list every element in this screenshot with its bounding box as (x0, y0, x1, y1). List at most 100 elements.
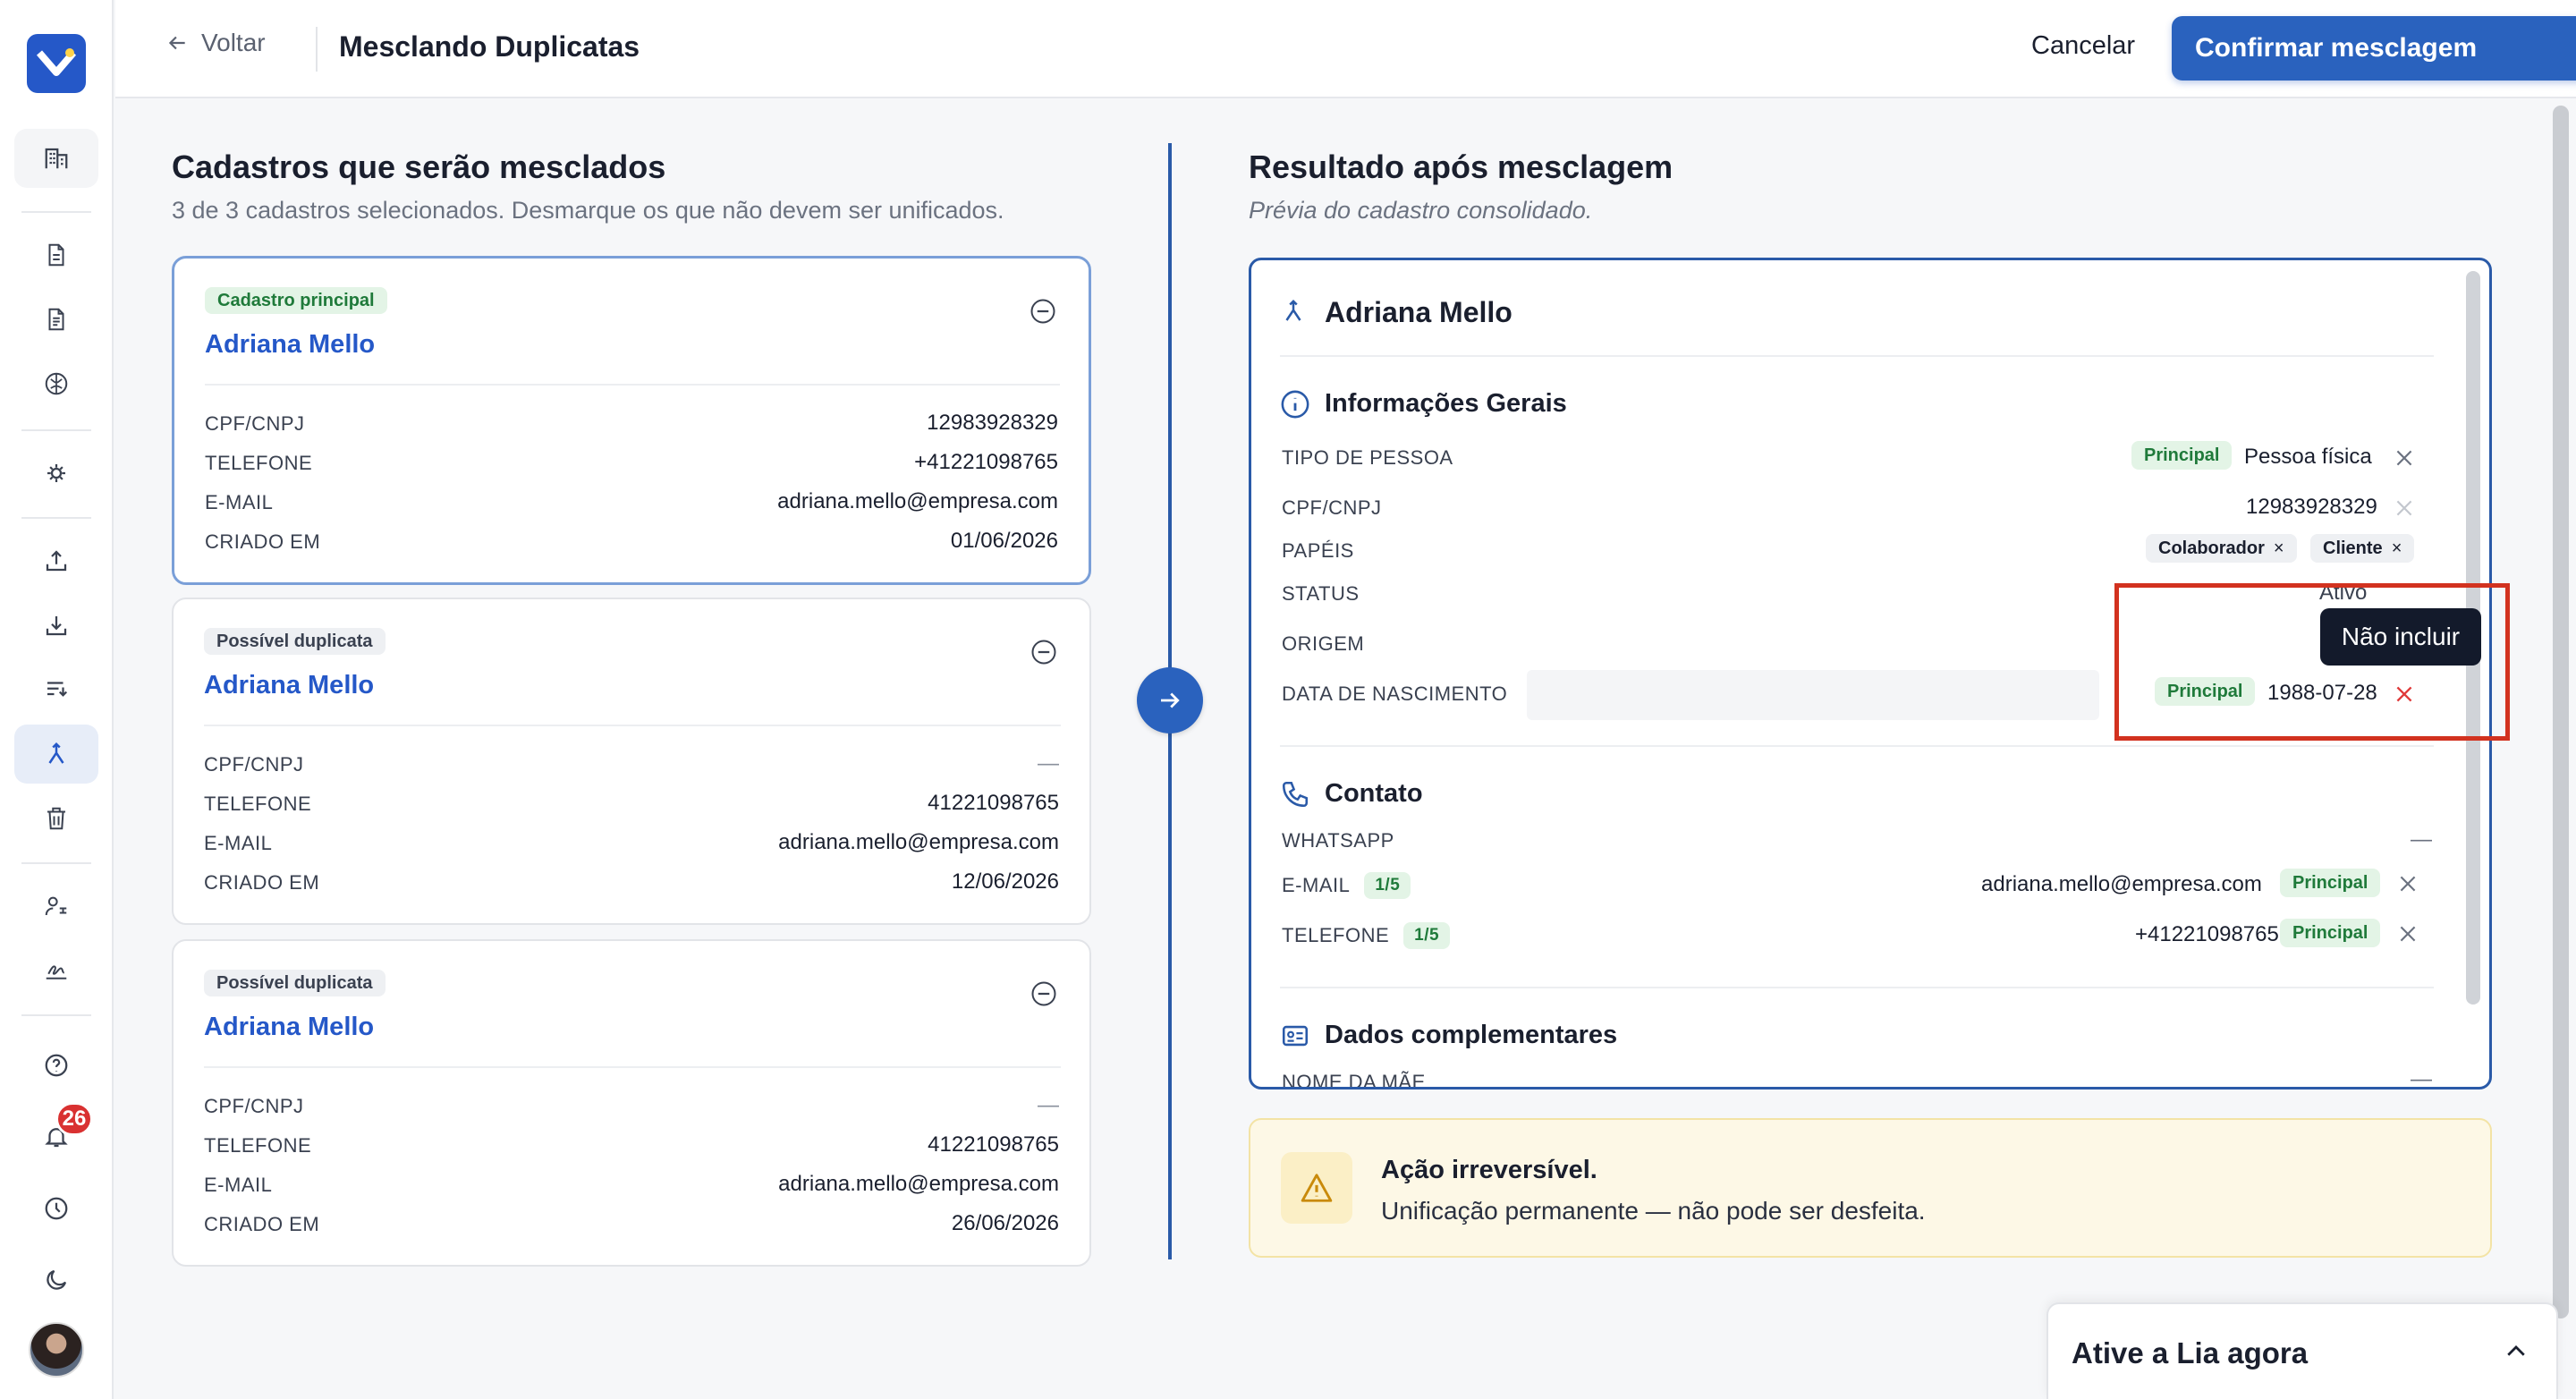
whatsapp-label: WHATSAPP (1282, 829, 1394, 852)
sidebar-item-history[interactable] (14, 1179, 98, 1238)
arrow-left-icon (168, 36, 185, 50)
building-icon (45, 148, 68, 169)
sidebar-item-upload[interactable] (14, 531, 98, 590)
sidebar-item-filters[interactable] (14, 660, 98, 719)
confirm-merge-label: Confirmar mesclagem (2195, 33, 2478, 63)
sidebar-item-documents[interactable] (14, 225, 98, 284)
page-title: Mesclando Duplicatas (339, 30, 640, 63)
sidebar-item-theme[interactable] (14, 1251, 98, 1310)
email-principal-tag: Principal (2280, 869, 2381, 897)
confirm-merge-button[interactable]: Confirmar mesclagem (2172, 16, 2576, 81)
help-icon (45, 1054, 68, 1077)
field-row-cpf: CPF/CNPJ — (204, 751, 1059, 776)
field-row-created: CRIADO EM 01/06/2026 (205, 529, 1058, 553)
field-row-cpf: CPF/CNPJ — (204, 1093, 1059, 1117)
email-label-row: E-MAIL 1/5 (1282, 872, 1411, 899)
page-scrollbar[interactable] (2553, 106, 2569, 1318)
contact-section-title: Contato (1325, 779, 1423, 808)
record-name[interactable]: Adriana Mello (204, 671, 374, 700)
irreversible-warning: Ação irreversível. Unificação permanente… (1249, 1118, 2492, 1258)
birthdate-hover-bg (1527, 670, 2099, 720)
record-name[interactable]: Adriana Mello (205, 330, 375, 360)
arrow-right-icon (1161, 692, 1180, 708)
sidebar-item-trash[interactable] (14, 789, 98, 848)
record-name[interactable]: Adriana Mello (204, 1013, 374, 1042)
logo-check-icon (36, 48, 77, 76)
phone-value: +41221098765 (2135, 922, 2279, 946)
record-card-primary[interactable]: Cadastro principal Adriana Mello CPF/CNP… (172, 256, 1091, 585)
app-root: 26 Voltar Mesclando Duplicatas Cancelar … (0, 0, 2576, 1399)
field-row-email: E-MAIL adriana.mello@empresa.com (204, 1172, 1059, 1196)
field-row-created: CRIADO EM 12/06/2026 (204, 869, 1059, 894)
cancel-button[interactable]: Cancelar (2031, 31, 2135, 61)
gear-cluster-icon (47, 464, 65, 482)
info-icon (1281, 390, 1309, 419)
chevron-up-icon[interactable] (2503, 1338, 2529, 1365)
sidebar-item-ai[interactable] (14, 354, 98, 413)
card-divider (204, 1066, 1061, 1068)
field-row-created: CRIADO EM 26/06/2026 (204, 1211, 1059, 1235)
remove-circle-icon[interactable] (1030, 639, 1057, 666)
close-icon[interactable] (2393, 446, 2416, 470)
left-section-subtitle: 3 de 3 cadastros selecionados. Desmarque… (172, 197, 1004, 224)
merge-icon (48, 742, 64, 764)
lia-assistant-widget[interactable]: Ative a Lia agora (2046, 1302, 2558, 1399)
trash-icon (47, 807, 65, 830)
sidebar: 26 (0, 0, 114, 1399)
back-button[interactable]: Voltar (165, 29, 266, 57)
sidebar-item-reports[interactable] (14, 290, 98, 349)
email-count-badge: 1/5 (1364, 872, 1411, 899)
document-lines-icon (48, 308, 64, 331)
remove-circle-icon[interactable] (1030, 298, 1056, 325)
close-icon[interactable] (2393, 496, 2416, 520)
field-row-cpf: CPF/CNPJ 12983928329 (205, 411, 1058, 435)
header-divider (316, 27, 318, 72)
sidebar-item-help[interactable] (14, 1036, 98, 1095)
download-icon (46, 616, 67, 636)
status-label: STATUS (1282, 582, 1360, 605)
mae-label: NOME DA MÃE (1282, 1071, 1426, 1090)
general-section-title: Informações Gerais (1325, 389, 1567, 418)
upload-icon (46, 550, 67, 572)
record-card-duplicate[interactable]: Possível duplicata Adriana Mello CPF/CNP… (172, 939, 1091, 1267)
tipo-value: Pessoa física (2244, 445, 2372, 469)
app-logo[interactable] (27, 34, 86, 93)
moon-icon (47, 1269, 67, 1290)
warning-title: Ação irreversível. (1381, 1156, 1597, 1184)
remove-circle-icon[interactable] (1030, 980, 1057, 1007)
signature-icon (46, 965, 67, 979)
sidebar-item-integrations[interactable] (14, 444, 98, 503)
notification-badge: 26 (55, 1102, 93, 1136)
sidebar-item-users[interactable] (14, 877, 98, 936)
field-row-email: E-MAIL adriana.mello@empresa.com (204, 830, 1059, 854)
role-chip-colaborador[interactable]: Colaborador × (2146, 534, 2297, 563)
close-icon[interactable] (2396, 922, 2419, 945)
phone-count-badge: 1/5 (1403, 922, 1451, 949)
warning-icon-box (1281, 1152, 1352, 1224)
id-card-icon (1282, 1025, 1309, 1047)
phone-icon (1282, 781, 1309, 808)
result-name: Adriana Mello (1325, 296, 1513, 328)
sidebar-item-companies[interactable] (14, 129, 98, 188)
chip-close-icon: × (2273, 538, 2284, 558)
user-avatar[interactable] (29, 1322, 84, 1378)
sidebar-item-download[interactable] (14, 596, 98, 655)
sidebar-item-signature[interactable] (14, 941, 98, 1000)
record-card-duplicate[interactable]: Possível duplicata Adriana Mello CPF/CNP… (172, 598, 1091, 925)
email-value: adriana.mello@empresa.com (1981, 872, 2262, 896)
list-filter-icon (47, 682, 68, 697)
field-row-email: E-MAIL adriana.mello@empresa.com (205, 489, 1058, 513)
sidebar-item-merge[interactable] (14, 725, 98, 784)
phone-label-row: TELEFONE 1/5 (1282, 922, 1451, 949)
card-divider (204, 725, 1061, 726)
lia-label: Ative a Lia agora (2072, 1336, 2309, 1369)
field-row-phone: TELEFONE 41221098765 (204, 791, 1059, 815)
history-icon (45, 1197, 68, 1220)
role-chip-cliente[interactable]: Cliente × (2310, 534, 2415, 563)
duplicate-tag: Possível duplicata (204, 970, 386, 996)
origem-label: ORIGEM (1282, 632, 1365, 655)
close-icon[interactable] (2396, 872, 2419, 895)
tipo-label: TIPO DE PESSOA (1282, 446, 1453, 469)
warning-text: Unificação permanente — não pode ser des… (1381, 1197, 1926, 1225)
right-section-subtitle: Prévia do cadastro consolidado. (1249, 197, 1593, 224)
